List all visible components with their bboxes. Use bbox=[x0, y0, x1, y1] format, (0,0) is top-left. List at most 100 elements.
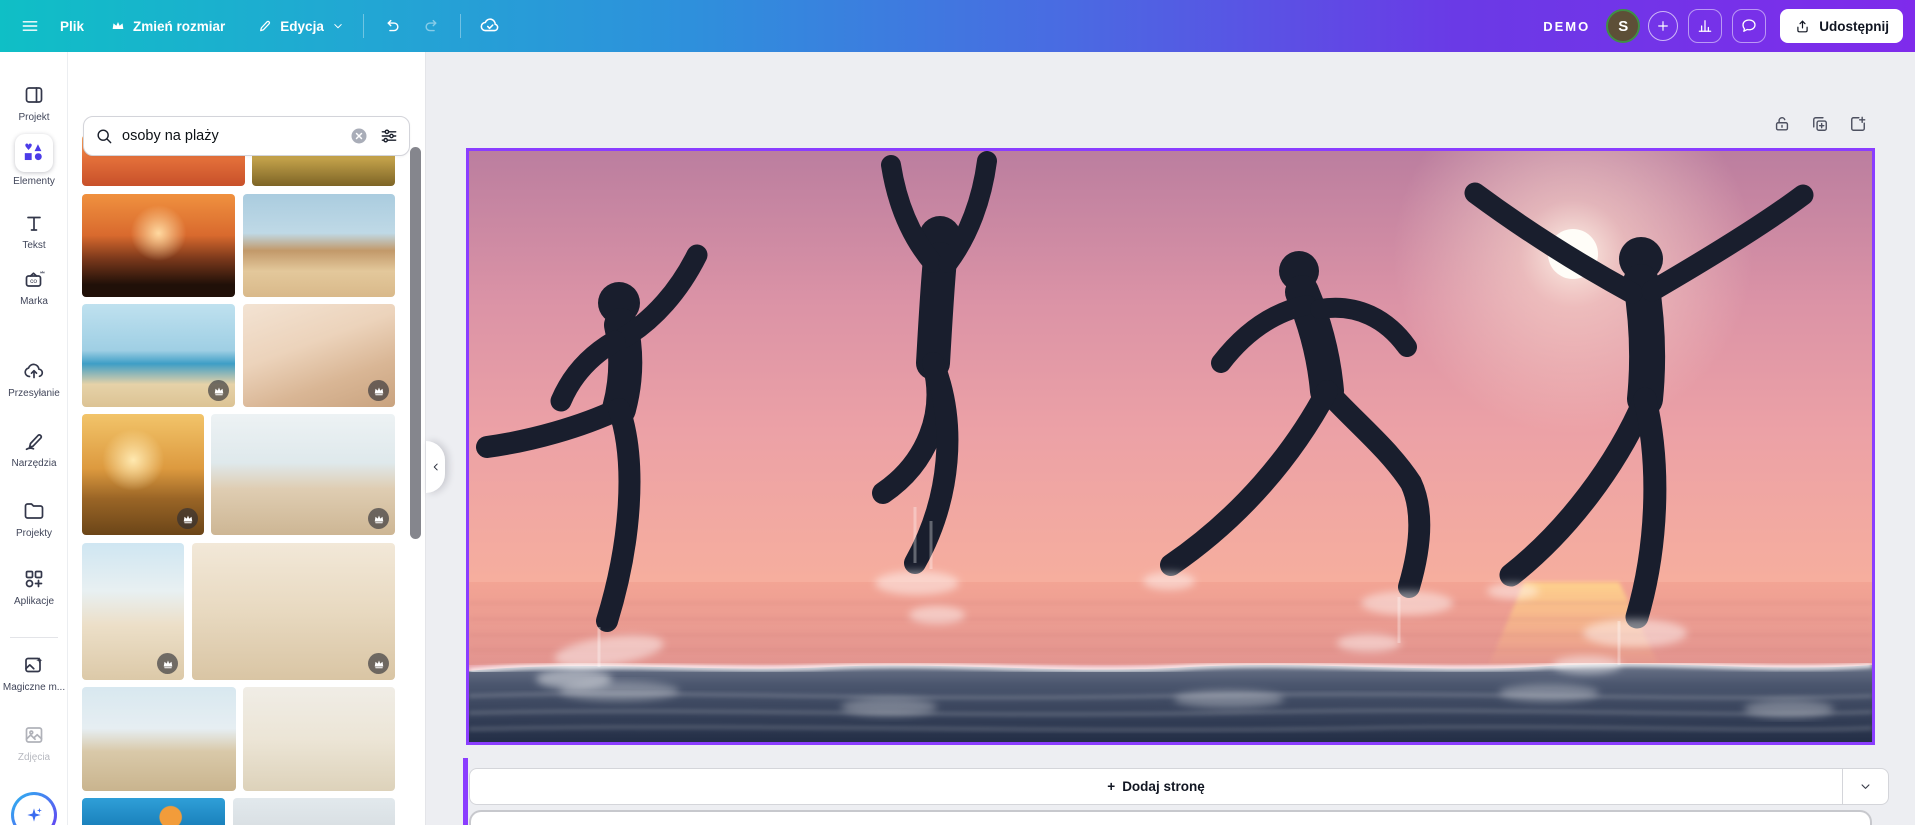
plus-icon bbox=[1655, 18, 1671, 34]
pro-crown-badge bbox=[177, 508, 198, 529]
photo-thumbnail-crowded-beach-blue-sea[interactable] bbox=[82, 304, 235, 407]
uploads-icon bbox=[21, 358, 47, 384]
canvas-area: + Dodaj stronę bbox=[426, 52, 1915, 825]
add-page-options-button[interactable] bbox=[1842, 769, 1888, 804]
brand-icon: co bbox=[21, 266, 47, 292]
selection-border-extension bbox=[463, 758, 468, 825]
pro-crown-badge bbox=[368, 653, 389, 674]
clear-search-icon[interactable] bbox=[349, 126, 369, 146]
sidebar-item-elements[interactable]: ♥▲■● Elementy bbox=[0, 134, 68, 187]
svg-text:co: co bbox=[30, 278, 37, 285]
sidebar-item-label: Magiczne m... bbox=[3, 682, 65, 693]
file-menu-label: Plik bbox=[60, 19, 84, 34]
projects-icon bbox=[21, 498, 47, 524]
apps-icon bbox=[21, 566, 47, 592]
sidebar-item-label: Przesyłanie bbox=[8, 388, 60, 399]
tools-icon bbox=[21, 428, 47, 454]
page-2-preview[interactable] bbox=[469, 810, 1872, 825]
toolbar-divider bbox=[460, 14, 461, 38]
bar-chart-icon bbox=[1696, 17, 1714, 35]
photo-thumbnail-calm-beach-people[interactable] bbox=[243, 687, 395, 791]
canva-assistant-button[interactable] bbox=[11, 792, 57, 825]
sidebar-item-label: Projekty bbox=[16, 528, 52, 539]
sidebar-divider bbox=[10, 637, 58, 638]
canva-editor: Plik Zmień rozmiar Edycja bbox=[0, 0, 1915, 825]
save-status-button[interactable] bbox=[469, 7, 511, 45]
chevron-down-icon bbox=[331, 19, 345, 33]
add-member-button[interactable] bbox=[1648, 11, 1678, 41]
photos-panel: Zdjęcia bbox=[68, 52, 426, 825]
top-bar: Plik Zmień rozmiar Edycja bbox=[0, 0, 1915, 52]
duplicate-icon bbox=[1810, 114, 1830, 134]
edit-label: Edycja bbox=[280, 19, 324, 34]
comments-button[interactable] bbox=[1732, 9, 1766, 43]
page-toolbar bbox=[1770, 112, 1870, 136]
sidebar-item-label: Elementy bbox=[13, 176, 55, 187]
unlock-icon bbox=[1772, 114, 1792, 134]
sidebar-item-tools[interactable]: Narzędzia bbox=[0, 428, 68, 469]
avatar[interactable]: S bbox=[1606, 9, 1640, 43]
share-button[interactable]: Udostępnij bbox=[1780, 9, 1903, 43]
share-upload-icon bbox=[1794, 18, 1811, 35]
sidebar-item-apps[interactable]: Aplikacje bbox=[0, 566, 68, 607]
sidebar-item-magic-media[interactable]: Magiczne m... bbox=[0, 652, 68, 693]
edit-menu-button[interactable]: Edycja bbox=[245, 9, 355, 43]
text-icon bbox=[21, 210, 47, 236]
sidebar-item-label: Tekst bbox=[22, 240, 45, 251]
sidebar-item-label: Narzędzia bbox=[11, 458, 56, 469]
photo-thumbnail-beach-yoga-group[interactable] bbox=[211, 414, 395, 535]
plus-glyph: + bbox=[1107, 779, 1115, 794]
sparkle-icon bbox=[14, 795, 54, 825]
add-page-icon-button[interactable] bbox=[1846, 112, 1870, 136]
sidebar-item-photos[interactable]: Zdjęcia bbox=[0, 722, 68, 763]
sidebar-item-label: Aplikacje bbox=[14, 596, 54, 607]
undo-icon bbox=[382, 16, 402, 36]
photo-thumbnail-friends-group-selfie[interactable] bbox=[243, 304, 395, 407]
demo-badge: DEMO bbox=[1543, 19, 1590, 34]
sidebar: Projekt ♥▲■● Elementy Tekst coMarka Przesyłan… bbox=[0, 52, 68, 825]
photo-thumbnail-people-in-sea-at-sunset[interactable] bbox=[82, 414, 204, 535]
sidebar-item-projects[interactable]: Projekty bbox=[0, 498, 68, 539]
photo-results-grid bbox=[68, 52, 425, 825]
cloud-saved-icon bbox=[479, 15, 501, 37]
comment-bubble-icon bbox=[1740, 17, 1758, 35]
search-input[interactable] bbox=[122, 128, 349, 144]
photo-thumbnail-group-walking-beach-cliffs[interactable] bbox=[243, 194, 395, 297]
search-icon bbox=[94, 126, 114, 146]
magic-media-icon bbox=[21, 652, 47, 678]
photo-thumbnail-friends-lying-on-sand[interactable] bbox=[192, 543, 395, 680]
photo-thumbnail-beach-ball-in-blue-water[interactable] bbox=[82, 798, 225, 825]
crown-icon bbox=[110, 18, 126, 34]
photo-thumbnail-hazy-beach-sky[interactable] bbox=[233, 798, 395, 825]
photo-thumbnail-group-holding-parachute[interactable] bbox=[82, 687, 236, 791]
share-label: Udostępnij bbox=[1819, 19, 1889, 34]
main-menu-button[interactable] bbox=[10, 8, 50, 44]
design-icon bbox=[21, 82, 47, 108]
chevron-down-icon bbox=[1858, 779, 1873, 794]
unlock-button[interactable] bbox=[1770, 112, 1794, 136]
photo-thumbnail-family-white-outfits-beach[interactable] bbox=[82, 543, 184, 680]
sidebar-item-label: Zdjęcia bbox=[18, 752, 50, 763]
page-1-selected-photo[interactable] bbox=[466, 148, 1875, 745]
duplicate-page-button[interactable] bbox=[1808, 112, 1832, 136]
sidebar-item-label: Projekt bbox=[18, 112, 49, 123]
panel-header-bg bbox=[68, 52, 425, 114]
pro-crown-badge bbox=[208, 380, 229, 401]
sidebar-item-uploads[interactable]: Przesyłanie bbox=[0, 358, 68, 399]
add-page-bar[interactable]: + Dodaj stronę bbox=[469, 768, 1889, 805]
add-page-icon bbox=[1848, 114, 1868, 134]
photo-thumbnail-friends-jumping-sunset-silhouette[interactable] bbox=[82, 194, 235, 297]
resize-button[interactable]: Zmień rozmiar bbox=[100, 10, 235, 42]
undo-button[interactable] bbox=[372, 8, 412, 44]
chevron-left-icon bbox=[429, 460, 443, 474]
insights-button[interactable] bbox=[1688, 9, 1722, 43]
elements-shapes-icon: ♥▲■● bbox=[15, 134, 53, 172]
sidebar-item-brand[interactable]: coMarka bbox=[0, 266, 68, 307]
pro-crown-badge bbox=[368, 380, 389, 401]
sidebar-item-design[interactable]: Projekt bbox=[0, 82, 68, 123]
redo-button[interactable] bbox=[412, 8, 452, 44]
file-menu-button[interactable]: Plik bbox=[50, 11, 94, 42]
panel-scrollbar[interactable] bbox=[410, 147, 421, 539]
filter-icon[interactable] bbox=[379, 126, 399, 146]
sidebar-item-text[interactable]: Tekst bbox=[0, 210, 68, 251]
